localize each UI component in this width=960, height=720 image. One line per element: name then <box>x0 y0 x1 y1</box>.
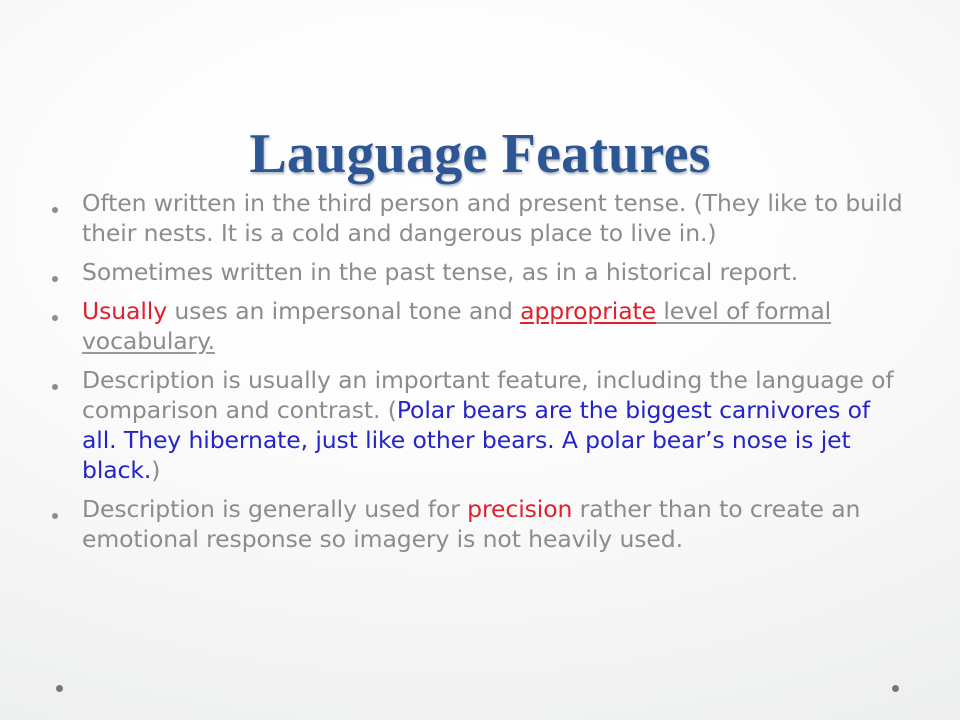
bullet-5-run-precision: precision <box>467 495 573 523</box>
bullet-dot-icon <box>52 494 82 524</box>
list-item: Often written in the third person and pr… <box>52 188 910 248</box>
list-item: Usually uses an impersonal tone and appr… <box>52 296 910 356</box>
bullet-dot-icon <box>52 188 82 218</box>
footer-bullet-dot-icon-right <box>892 685 899 692</box>
bullet-1-run-1: Often written in the third person and pr… <box>82 189 903 247</box>
list-item: Description is generally used for precis… <box>52 494 910 554</box>
bullet-2-run-1: Sometimes written in the past tense, as … <box>82 258 799 286</box>
list-item: Sometimes written in the past tense, as … <box>52 257 910 287</box>
page-title: Lauguage Features <box>249 122 711 185</box>
slide-canvas: Lauguage Features Often written in the t… <box>0 0 960 720</box>
bullet-3-run-usually: Usually <box>82 297 168 325</box>
bullet-dot-icon <box>52 365 82 395</box>
bullet-3-run-mid: uses an impersonal tone and <box>167 297 521 325</box>
bullet-list: Often written in the third person and pr… <box>52 188 910 563</box>
bullet-4-run-close-paren: ) <box>151 456 161 484</box>
bullet-2-text: Sometimes written in the past tense, as … <box>82 257 910 287</box>
bullet-dot-icon <box>52 296 82 326</box>
bullet-5-run-lead: Description is generally used for <box>82 495 468 523</box>
list-item: Description is usually an important feat… <box>52 365 910 485</box>
bullet-3-run-appropriate: appropriate <box>520 297 656 325</box>
footer-bullet-dot-icon-left <box>56 685 63 692</box>
bullet-1-text: Often written in the third person and pr… <box>82 188 910 248</box>
bullet-3-text: Usually uses an impersonal tone and appr… <box>82 296 910 356</box>
bullet-5-text: Description is generally used for precis… <box>82 494 910 554</box>
bullet-4-text: Description is usually an important feat… <box>82 365 910 485</box>
bullet-dot-icon <box>52 257 82 287</box>
